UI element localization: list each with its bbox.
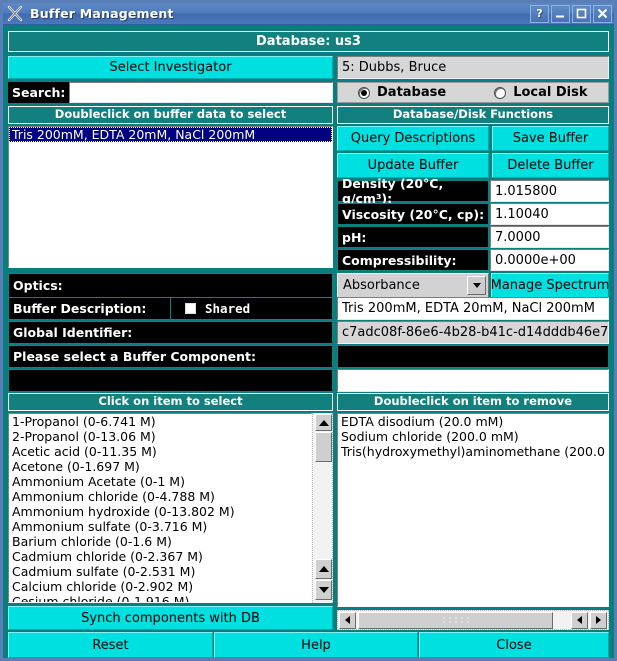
maximize-button[interactable] [572,4,591,23]
shared-checkbox-label: Shared [205,301,251,316]
ph-label: pH: [337,226,489,248]
selected-components-hscrollbar[interactable] [337,610,609,630]
global-identifier-value: c7adc08f-86e6-4b28-b41c-d14dddb46e77 [337,321,609,344]
selected-components-list[interactable]: EDTA disodium (20.0 mM) Sodium chloride … [337,413,609,607]
list-item[interactable]: Cesium chloride (0-1.916 M) [9,594,311,602]
select-investigator-button[interactable]: Select Investigator [8,56,333,79]
synch-components-button[interactable]: Synch components with DB [8,606,333,630]
list-item[interactable]: Barium chloride (0-1.6 M) [9,534,311,549]
hscrollbar-right-button[interactable] [590,611,607,629]
list-item[interactable]: 2-Propanol (0-13.06 M) [9,429,311,444]
chevron-down-icon [467,276,486,295]
list-item[interactable]: Cadmium sulfate (0-2.531 M) [9,564,311,579]
list-item[interactable]: Cadmium chloride (0-2.367 M) [9,549,311,564]
component-prompt-value [337,345,609,368]
buffer-description-input[interactable]: Tris 200mM, EDTA 20mM, NaCl 200mM [337,297,609,320]
list-item[interactable]: 1-Propanol (0-6.741 M) [9,414,311,429]
list-item[interactable]: Ammonium Acetate (0-1 M) [9,474,311,489]
viscosity-label: Viscosity (20°C, cp): [337,203,489,225]
density-label: Density (20°C, g/cm³): [337,176,489,206]
help-button[interactable]: ? [530,4,549,23]
source-radio-group: Database Local Disk [337,82,609,103]
density-value[interactable]: 1.015800 [490,180,609,202]
compressibility-value[interactable]: 0.0000e+00 [490,249,609,271]
list-item[interactable]: EDTA disodium (20.0 mM) [338,414,608,429]
components-list-rows: 1-Propanol (0-6.741 M) 2-Propanol (0-13.… [9,414,311,602]
investigator-value: 5: Dubbs, Bruce [337,56,609,79]
scrollbar-up-button-bottom[interactable] [315,559,332,579]
concentration-label [8,369,333,392]
list-item[interactable]: Sodium chloride (200.0 mM) [338,429,608,444]
manage-spectrum-button[interactable]: Manage Spectrum [491,273,609,298]
hscrollbar-thumb[interactable] [358,611,553,629]
buffer-management-window: Buffer Management ? Database: us3 Select… [0,0,617,661]
delete-buffer-button[interactable]: Delete Buffer [492,153,609,178]
search-label: Search: [8,82,69,103]
viscosity-value[interactable]: 1.10040 [490,203,609,225]
concentration-input[interactable] [337,369,609,392]
reset-button[interactable]: Reset [8,632,213,658]
list-item[interactable]: Acetic acid (0-11.35 M) [9,444,311,459]
compressibility-label: Compressibility: [337,249,489,271]
close-button[interactable] [593,4,612,23]
update-buffer-button[interactable]: Update Buffer [337,153,489,178]
global-identifier-label: Global Identifier: [8,321,333,344]
component-prompt-label: Please select a Buffer Component: [8,345,333,368]
list-item[interactable]: Ammonium chloride (0-4.788 M) [9,489,311,504]
help-footer-button[interactable]: Help [214,632,418,658]
functions-header: Database/Disk Functions [337,106,609,124]
buffer-list[interactable]: Tris 200mM, EDTA 20mM, NaCl 200mM [8,126,333,268]
optics-selected-value: Absorbance [343,278,420,293]
list-item[interactable]: Ammonium hydroxide (0-13.802 M) [9,504,311,519]
scrollbar-thumb[interactable] [315,432,332,462]
radio-database[interactable]: Database [358,85,446,100]
close-footer-button[interactable]: Close [419,632,609,658]
hscrollbar-left-button[interactable] [339,611,356,629]
list-item[interactable]: Ammonium sulfate (0-3.716 M) [9,519,311,534]
minimize-button[interactable] [551,4,570,23]
radio-database-label: Database [377,85,447,100]
list-item[interactable]: Tris(hydroxymethyl)aminomethane (200.0 m… [338,444,608,459]
list-item[interactable]: Acetone (0-1.697 M) [9,459,311,474]
scrollbar-down-button[interactable] [315,580,332,600]
search-input-wrap [69,82,333,103]
selected-components-list-header: Doubleclick on item to remove [337,393,609,411]
buffer-list-header: Doubleclick on buffer data to select [8,106,333,124]
radio-local-disk[interactable]: Local Disk [494,85,588,100]
optics-select[interactable]: Absorbance [337,273,489,298]
radio-database-indicator [358,86,370,99]
search-input[interactable] [69,82,333,103]
hscrollbar-left-button-2[interactable] [571,611,588,629]
scrollbar-up-button[interactable] [315,414,332,431]
components-list[interactable]: 1-Propanol (0-6.741 M) 2-Propanol (0-13.… [8,413,312,603]
window-title: Buffer Management [30,6,174,21]
ph-value[interactable]: 7.0000 [490,226,609,248]
optics-label: Optics: [8,273,333,298]
radio-local-disk-label: Local Disk [513,85,588,100]
database-banner: Database: us3 [8,31,609,52]
radio-local-disk-indicator [494,86,507,99]
buffer-description-label: Buffer Description: [8,297,171,320]
x-application-icon [7,5,24,22]
checkbox-indicator [185,303,196,314]
title-bar: Buffer Management ? [3,3,614,25]
save-buffer-button[interactable]: Save Buffer [492,126,609,151]
query-descriptions-button[interactable]: Query Descriptions [337,126,489,151]
shared-checkbox[interactable]: Shared [170,297,333,320]
list-item[interactable]: Tris 200mM, EDTA 20mM, NaCl 200mM [9,127,332,142]
components-list-header: Click on item to select [8,393,333,411]
list-item[interactable]: Calcium chloride (0-2.902 M) [9,579,311,594]
help-button-label: ? [536,7,543,20]
components-list-scrollbar[interactable] [312,413,333,603]
grip-dots-icon [442,617,469,623]
